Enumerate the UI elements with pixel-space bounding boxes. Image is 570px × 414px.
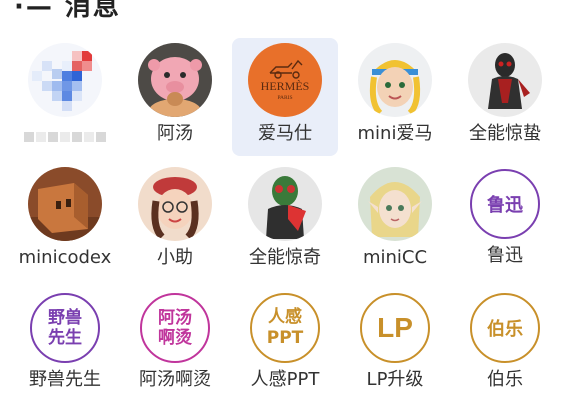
contact-name: 阿汤 [157, 123, 193, 144]
contact-name: 阿汤啊烫 [139, 369, 211, 390]
contact-name: mini爱马 [357, 123, 433, 144]
contact-item[interactable]: minicodex [12, 162, 118, 280]
contact-item[interactable]: 野兽先生 野兽先生 [12, 286, 118, 404]
armored-hero-avatar [468, 43, 542, 117]
elf-girl-avatar [358, 167, 432, 241]
section-title: ·— 消息 [14, 0, 121, 22]
hermes-logo-avatar: HERMÈS PARIS [248, 43, 322, 117]
contact-name: LP升级 [366, 369, 424, 390]
text-avatar: LP [360, 293, 430, 363]
contact-item[interactable]: 阿汤啊烫 阿汤啊烫 [122, 286, 228, 404]
beret-girl-avatar [138, 167, 212, 241]
text-avatar: 伯乐 [470, 293, 540, 363]
blurred-name [24, 129, 106, 145]
contact-row: 阿汤 HERMÈS PARIS 爱马仕 mini爱马 全能惊蛰 [12, 38, 558, 156]
cartoon-girl-avatar [358, 43, 432, 117]
contact-row: 野兽先生 野兽先生 阿汤啊烫 阿汤啊烫 人感 PPT 人感PPT LP LP升级… [12, 286, 558, 404]
contact-item[interactable]: miniCC [342, 162, 448, 280]
contact-name: 小助 [157, 247, 193, 268]
hermes-logo-sub: PARIS [277, 95, 292, 101]
contact-item[interactable]: 阿汤 [122, 38, 228, 156]
text-avatar: 野兽先生 [30, 293, 100, 363]
contact-row: minicodex 小助 全能惊奇 miniCC 鲁迅 鲁迅 [12, 162, 558, 280]
contact-item[interactable]: 小助 [122, 162, 228, 280]
contact-item[interactable]: LP LP升级 [342, 286, 448, 404]
contact-name: 伯乐 [487, 369, 523, 390]
contact-name: 全能惊奇 [249, 247, 321, 268]
contact-item[interactable]: 人感 PPT 人感PPT [232, 286, 338, 404]
contact-item[interactable]: 伯乐 伯乐 [452, 286, 558, 404]
brown-box-avatar [28, 167, 102, 241]
contact-item[interactable]: 全能惊奇 [232, 162, 338, 280]
contact-item[interactable]: 鲁迅 鲁迅 [452, 162, 558, 280]
text-avatar: 鲁迅 [470, 169, 540, 239]
contact-name: 全能惊蛰 [469, 123, 541, 144]
contact-item[interactable]: mini爱马 [342, 38, 448, 156]
contact-name: 野兽先生 [29, 369, 101, 390]
pink-plush-avatar [138, 43, 212, 117]
contact-name: 爱马仕 [258, 123, 312, 144]
text-avatar: 人感 PPT [250, 293, 320, 363]
pixelated-avatar [28, 43, 102, 117]
hermes-logo-text: HERMÈS [261, 79, 310, 93]
contact-name: 鲁迅 [487, 245, 523, 266]
contact-item[interactable] [12, 38, 118, 156]
text-avatar: 阿汤啊烫 [140, 293, 210, 363]
masked-rider-avatar [248, 167, 322, 241]
contact-item[interactable]: 全能惊蛰 [452, 38, 558, 156]
contact-grid: 阿汤 HERMÈS PARIS 爱马仕 mini爱马 全能惊蛰 minicode… [12, 38, 558, 410]
contact-name: minicodex [18, 247, 112, 268]
contact-name: miniCC [362, 247, 428, 268]
contact-grid-page: ·— 消息 阿汤 HERMÈS PARIS 爱马仕 mini爱马 全能惊蛰 mi… [0, 0, 570, 414]
contact-item-selected[interactable]: HERMÈS PARIS 爱马仕 [232, 38, 338, 156]
contact-name: 人感PPT [250, 369, 320, 390]
